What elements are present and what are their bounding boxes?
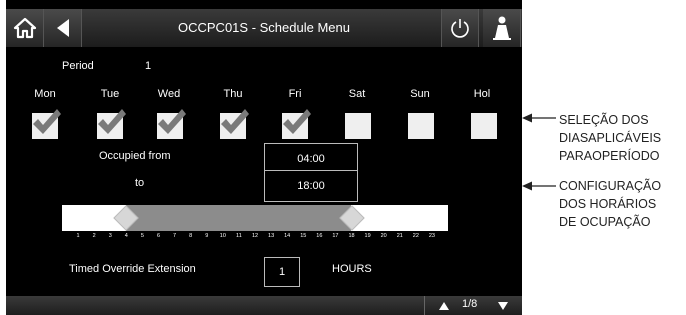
down-arrow-icon[interactable] (497, 300, 509, 312)
day-checkbox-sat[interactable] (345, 113, 371, 139)
hour-tick-label: 17 (332, 233, 339, 239)
day-label-thu: Thu (223, 88, 243, 100)
controller-screen: OCCPC01S - Schedule Menu Period 1 Mon Tu… (6, 0, 522, 315)
days-annotation-line1: SELEÇÃO DOS (559, 113, 649, 127)
override-label: Timed Override Extension (69, 263, 196, 275)
hour-tick-label: 11 (236, 233, 242, 239)
hours-annotation: CONFIGURAÇÃO DOS HORÁRIOS DE OCUPAÇÃO (559, 177, 661, 231)
back-button[interactable] (44, 9, 82, 47)
days-annotation-arrow (522, 113, 556, 123)
user-button[interactable] (483, 9, 521, 47)
home-icon (13, 17, 36, 39)
hour-tick-label: 2 (92, 233, 96, 239)
day-checkbox-fri[interactable] (282, 109, 311, 139)
hour-tick-label: 6 (156, 233, 161, 239)
day-label-fri: Fri (288, 88, 302, 100)
power-icon (451, 19, 469, 38)
hour-tick-label: 22 (412, 233, 419, 239)
hours-annotation-line2: DOS HORÁRIOS (559, 197, 657, 211)
header-bar: OCCPC01S - Schedule Menu (6, 9, 522, 47)
day-label-wed: Wed (157, 88, 181, 100)
hour-tick-label: 18 (348, 233, 355, 239)
day-checkbox-mon[interactable] (32, 109, 61, 139)
day-label-mon: Mon (34, 88, 56, 100)
hour-tick-label: 13 (268, 233, 275, 239)
occupied-to-field[interactable]: 18:00 (264, 170, 358, 202)
user-icon (492, 16, 511, 40)
hour-tick-label: 10 (219, 233, 226, 239)
hour-tick-label: 8 (189, 233, 193, 239)
day-label-hol: Hol (473, 88, 491, 100)
hours-annotation-line3: DE OCUPAÇÃO (559, 215, 651, 229)
hour-tick-label: 5 (140, 233, 144, 239)
hour-tick-label: 12 (251, 233, 259, 239)
checkmark-icon (283, 109, 311, 134)
hours-annotation-arrow (522, 181, 556, 191)
occupied-range-fill (126, 205, 352, 231)
hour-tick-label: 15 (300, 233, 307, 239)
back-arrow-icon (56, 19, 69, 37)
day-label-sun: Sun (410, 88, 430, 100)
hour-tick-label: 14 (284, 233, 291, 239)
override-value-field[interactable]: 1 (264, 257, 300, 287)
day-label-tue: Tue (100, 88, 120, 100)
checkmark-icon (221, 109, 249, 134)
hour-tick-label: 9 (205, 233, 209, 239)
day-checkbox-tue[interactable] (97, 109, 126, 139)
hour-tick-label: 20 (380, 233, 387, 239)
day-label-sat: Sat (348, 88, 366, 100)
day-checkbox-hol[interactable] (471, 113, 497, 139)
power-button[interactable] (441, 9, 479, 47)
days-annotation-line2: DIASAPLICÁVEIS (559, 131, 662, 145)
days-annotation-line3: PARAOPERÍODO (559, 149, 660, 163)
hours-annotation-line1: CONFIGURAÇÃO (559, 179, 662, 193)
up-arrow-icon[interactable] (438, 300, 450, 312)
page-indicator: 1/8 (462, 298, 478, 310)
days-annotation: SELEÇÃO DOS DIASAPLICÁVEIS PARAOPERÍODO (559, 111, 661, 165)
period-value[interactable]: 1 (145, 60, 151, 72)
occupied-from-label: Occupied from (99, 150, 171, 162)
occupied-to-label: to (135, 177, 145, 189)
hour-tick-label: 7 (173, 233, 177, 239)
footer-divider (424, 296, 425, 315)
screen-title: OCCPC01S - Schedule Menu (178, 20, 350, 35)
hour-tick-label: 23 (428, 233, 435, 239)
checkmark-icon (33, 109, 61, 134)
occupancy-timeline-slider[interactable] (62, 205, 448, 231)
checkmark-icon (158, 109, 186, 134)
hour-tick-label: 3 (108, 233, 112, 239)
hour-tick-label: 16 (316, 233, 323, 239)
day-checkbox-thu[interactable] (220, 109, 249, 139)
day-checkbox-wed[interactable] (157, 109, 186, 139)
hour-tick-label: 19 (364, 233, 371, 239)
home-button[interactable] (6, 9, 44, 47)
day-checkbox-sun[interactable] (408, 113, 434, 139)
checkmark-icon (98, 109, 126, 134)
override-unit: HOURS (332, 263, 372, 275)
footer-bar: 1/8 (6, 296, 522, 315)
period-label: Period (62, 60, 94, 72)
hour-tick-label: 4 (124, 233, 128, 239)
hour-tick-label: 21 (396, 233, 403, 239)
hour-tick-label: 1 (76, 233, 80, 239)
